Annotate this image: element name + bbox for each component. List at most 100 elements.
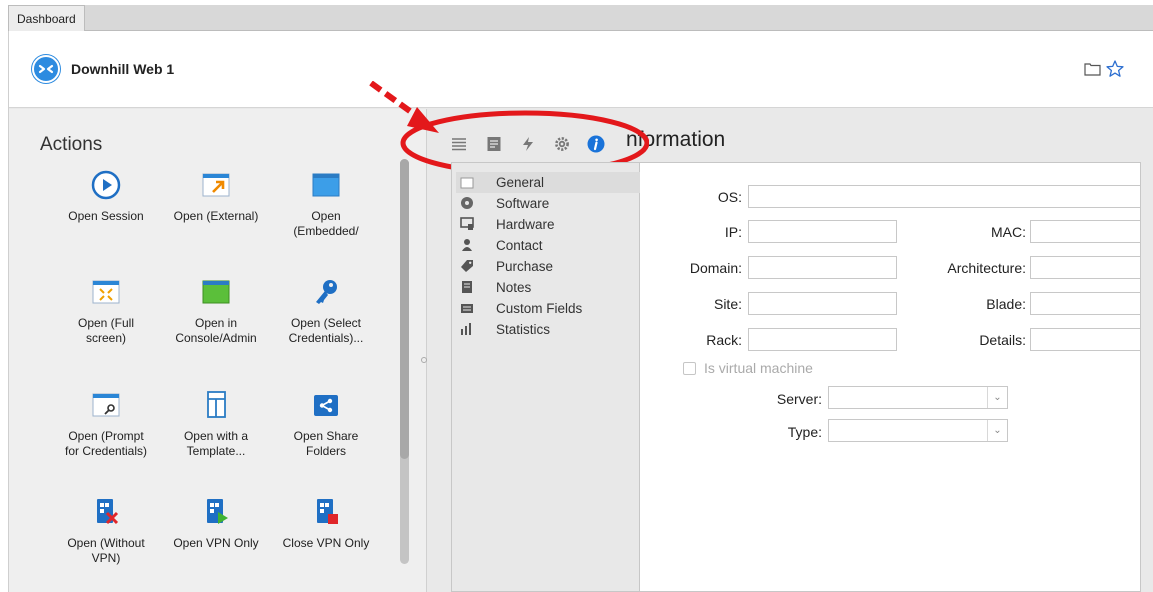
info-nav: General Software Hardware Contact Purcha… <box>452 163 640 591</box>
macro-icon[interactable] <box>520 136 536 152</box>
os-field[interactable] <box>748 185 1141 208</box>
star-icon[interactable] <box>1105 59 1125 79</box>
action-label: Open VPN Only <box>173 536 259 550</box>
site-field[interactable] <box>748 292 897 315</box>
architecture-label: Architecture: <box>947 260 1026 276</box>
action-label: Open with a Template... <box>183 429 249 458</box>
console-window-icon <box>202 280 230 304</box>
blade-field[interactable] <box>1030 292 1141 315</box>
play-circle-icon <box>91 170 121 200</box>
open-vpn-icon <box>207 499 228 524</box>
information-icon[interactable] <box>587 135 605 153</box>
open-fullscreen-button[interactable]: Open (Full screen) <box>51 276 161 346</box>
key-icon <box>316 280 337 304</box>
bar-chart-icon <box>461 323 471 335</box>
action-label: Open (Full screen) <box>77 316 135 345</box>
tab-bar: Dashboard <box>8 5 1153 31</box>
open-external-icon <box>202 173 230 197</box>
ip-field[interactable] <box>748 220 897 243</box>
tab-dashboard[interactable]: Dashboard <box>8 5 85 31</box>
folder-icon[interactable] <box>1083 59 1103 79</box>
mac-field[interactable] <box>1030 220 1141 243</box>
open-session-button[interactable]: Open Session <box>51 169 161 224</box>
type-label: Type: <box>787 424 822 440</box>
server-select[interactable]: ⌄ <box>828 386 1008 409</box>
nav-item-statistics[interactable]: Statistics <box>456 319 640 340</box>
open-embedded-button[interactable]: Open (Embedded/ <box>271 169 381 239</box>
open-select-credentials-button[interactable]: Open (Select Credentials)... <box>271 276 381 346</box>
mac-label: MAC: <box>991 224 1026 240</box>
nav-item-general[interactable]: General <box>456 172 640 193</box>
section-title: nformation <box>626 128 726 151</box>
action-label: Open (Without VPN) <box>67 536 145 565</box>
template-icon <box>207 391 226 418</box>
action-label: Open (Embedded/ <box>293 209 359 238</box>
nav-item-purchase[interactable]: Purchase <box>456 256 640 277</box>
site-label: Site: <box>713 296 742 312</box>
nav-item-label: Notes <box>496 280 532 295</box>
note-icon <box>462 281 472 293</box>
action-label: Open (Prompt for Credentials) <box>64 429 148 458</box>
open-without-vpn-button[interactable]: Open (Without VPN) <box>51 496 161 566</box>
nav-item-label: Custom Fields <box>496 301 583 316</box>
architecture-field[interactable] <box>1030 256 1141 279</box>
os-label: OS: <box>717 189 742 205</box>
actions-scrollbar[interactable] <box>400 159 409 564</box>
chevron-down-icon: ⌄ <box>987 420 1007 441</box>
open-without-vpn-icon <box>97 499 119 525</box>
action-label: Open Session <box>68 209 144 223</box>
nav-item-label: Hardware <box>496 217 555 232</box>
action-label: Open (Select Credentials)... <box>288 316 364 345</box>
open-template-button[interactable]: Open with a Template... <box>161 389 271 459</box>
action-label: Open Share Folders <box>293 429 359 458</box>
settings-gear-icon[interactable] <box>554 136 570 152</box>
nav-item-contact[interactable]: Contact <box>456 235 640 256</box>
prompt-credentials-icon <box>92 393 120 417</box>
share-folder-icon <box>314 395 338 416</box>
entry-title: Downhill Web 1 <box>71 61 175 77</box>
nav-item-label: Statistics <box>496 322 551 337</box>
open-share-folders-button[interactable]: Open Share Folders <box>271 389 381 459</box>
open-vpn-only-button[interactable]: Open VPN Only <box>161 496 271 551</box>
hardware-icon <box>460 217 474 230</box>
information-panel: General Software Hardware Contact Purcha… <box>451 162 1141 592</box>
entry-header: Downhill Web 1 <box>9 31 1153 108</box>
nav-item-hardware[interactable]: Hardware <box>456 214 640 235</box>
open-external-button[interactable]: Open (External) <box>161 169 271 224</box>
action-label: Close VPN Only <box>282 536 370 550</box>
actions-title: Actions <box>40 134 103 155</box>
list-icon[interactable] <box>451 136 467 152</box>
general-icon <box>460 177 474 189</box>
details-field[interactable] <box>1030 328 1141 351</box>
virtual-machine-label: Is virtual machine <box>704 360 813 376</box>
actions-scrollbar-thumb[interactable] <box>400 159 409 459</box>
notes-icon[interactable] <box>486 136 502 152</box>
rack-field[interactable] <box>748 328 897 351</box>
open-console-button[interactable]: Open in Console/Admin <box>161 276 271 346</box>
type-select[interactable]: ⌄ <box>828 419 1008 442</box>
custom-fields-icon <box>461 304 473 313</box>
close-vpn-icon <box>317 499 338 524</box>
domain-field[interactable] <box>748 256 897 279</box>
server-label: Server: <box>776 391 822 407</box>
open-prompt-credentials-button[interactable]: Open (Prompt for Credentials) <box>51 389 161 459</box>
virtual-machine-checkbox[interactable] <box>683 362 696 375</box>
nav-item-label: Contact <box>496 238 543 253</box>
remote-desktop-icon <box>31 54 61 84</box>
domain-label: Domain: <box>689 260 742 276</box>
nav-item-software[interactable]: Software <box>456 193 640 214</box>
entry-window: Downhill Web 1 Actions Open Session Open… <box>8 31 1153 592</box>
nav-item-custom-fields[interactable]: Custom Fields <box>456 298 640 319</box>
nav-item-notes[interactable]: Notes <box>456 277 640 298</box>
rack-label: Rack: <box>706 332 742 348</box>
action-label: Open in Console/Admin <box>175 316 257 345</box>
pane-splitter-handle[interactable] <box>421 357 427 363</box>
tag-icon <box>461 260 473 272</box>
blade-label: Blade: <box>986 296 1026 312</box>
details-label: Details: <box>979 332 1026 348</box>
actions-pane: Actions Open Session Open (External) Ope… <box>9 109 427 592</box>
open-embedded-icon <box>312 173 340 197</box>
close-vpn-only-button[interactable]: Close VPN Only <box>271 496 381 551</box>
disc-icon <box>461 197 473 209</box>
nav-item-label: General <box>496 175 545 190</box>
